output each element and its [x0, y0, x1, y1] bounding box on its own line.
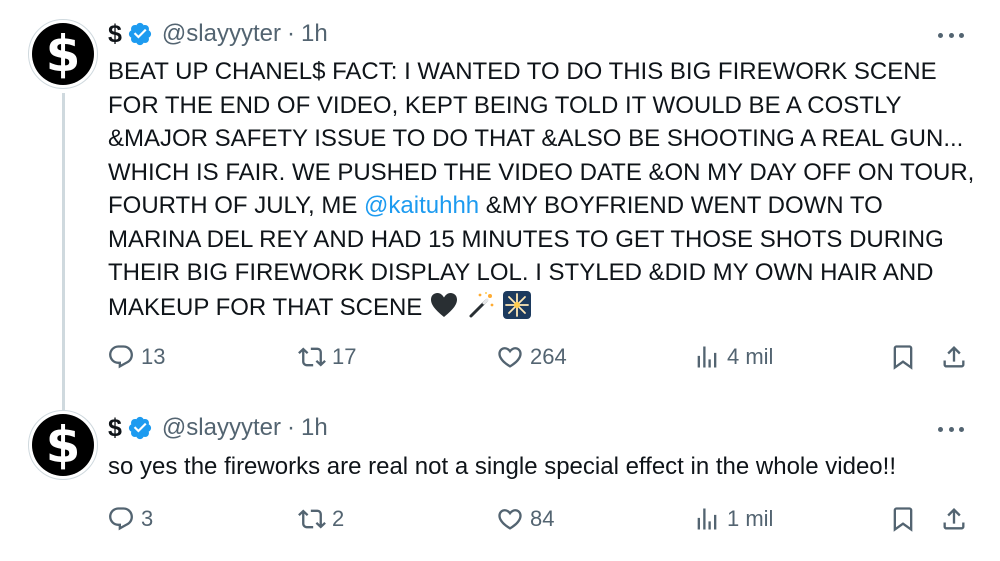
bookmark-icon [893, 507, 913, 532]
tweet-text: BEAT UP CHANEL$ FACT: I WANTED TO DO THI… [108, 55, 978, 324]
magic-wand-emoji [469, 291, 494, 317]
bookmark-button[interactable] [889, 339, 917, 375]
separator-dot: · [286, 414, 295, 441]
user-avatar[interactable]: $ [28, 19, 98, 89]
mention-link[interactable]: @kaituhhh [364, 192, 479, 219]
like-count: 84 [530, 506, 555, 531]
reply-button[interactable]: 3 [107, 501, 153, 537]
views-count: 1 mil [727, 506, 774, 531]
share-button[interactable] [940, 339, 968, 375]
views-chart-icon [697, 346, 717, 368]
repost-count: 17 [332, 344, 357, 369]
tweet-header: $ @slayyyter · 1h [108, 412, 328, 444]
action-bar: 3 2 84 1 mil [0, 501, 1000, 537]
tweet-2[interactable]: $ $ @slayyyter · 1h so yes the fireworks… [0, 400, 1000, 550]
like-button[interactable]: 264 [496, 339, 567, 375]
reply-icon [109, 345, 133, 369]
display-name[interactable]: $ [108, 20, 122, 49]
repost-icon [298, 509, 326, 529]
tweet-header: $ @slayyyter · 1h [108, 18, 328, 50]
share-icon [943, 346, 965, 368]
reply-count: 13 [141, 344, 166, 369]
views-button[interactable]: 1 mil [693, 501, 773, 537]
dollar-sign-avatar-icon: $ [32, 23, 94, 85]
dollar-sign-avatar-icon: $ [32, 414, 94, 476]
repost-icon [298, 347, 326, 367]
heart-icon [498, 347, 522, 368]
avatar-glyph: $ [45, 416, 81, 474]
verified-badge-icon[interactable] [127, 21, 153, 47]
user-handle[interactable]: @slayyyter [162, 414, 281, 442]
black-heart-emoji [430, 292, 457, 317]
like-count: 264 [530, 344, 567, 369]
separator-dot: · [286, 20, 295, 47]
display-name[interactable]: $ [108, 414, 122, 443]
user-avatar[interactable]: $ [28, 410, 98, 480]
like-button[interactable]: 84 [496, 501, 554, 537]
tweet-text: so yes the fireworks are real not a sing… [108, 453, 896, 480]
heart-icon [498, 509, 522, 530]
share-icon [943, 508, 965, 530]
views-button[interactable]: 4 mil [693, 339, 773, 375]
reply-icon [109, 507, 133, 531]
views-chart-icon [697, 508, 717, 530]
repost-button[interactable]: 2 [298, 501, 344, 537]
tweet-1[interactable]: $ $ @slayyyter · 1h BEAT UP CHANEL$ FACT… [0, 0, 1000, 410]
fireworks-emoji [503, 290, 532, 319]
bookmark-icon [893, 345, 913, 370]
timestamp[interactable]: 1h [301, 20, 328, 48]
verified-badge-icon[interactable] [127, 415, 153, 441]
avatar-glyph: $ [45, 25, 81, 83]
reply-count: 3 [141, 506, 154, 531]
views-count: 4 mil [727, 344, 774, 369]
more-options-icon[interactable] [938, 416, 964, 442]
user-handle[interactable]: @slayyyter [162, 20, 281, 48]
repost-button[interactable]: 17 [298, 339, 356, 375]
repost-count: 2 [332, 506, 345, 531]
timestamp[interactable]: 1h [301, 414, 328, 442]
share-button[interactable] [940, 501, 968, 537]
bookmark-button[interactable] [889, 501, 917, 537]
more-options-icon[interactable] [938, 22, 964, 48]
action-bar: 13 17 264 4 mil [0, 339, 1000, 375]
reply-button[interactable]: 13 [107, 339, 165, 375]
